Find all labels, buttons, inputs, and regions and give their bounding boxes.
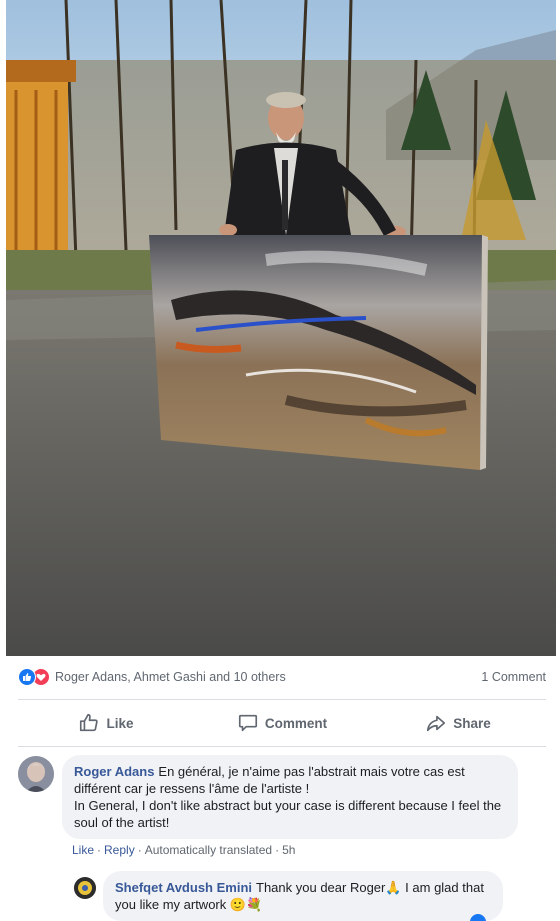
smile-emoji: 🙂 xyxy=(229,897,247,912)
pray-emoji: 🙏 xyxy=(385,880,402,895)
comment-bubble-icon xyxy=(238,714,257,732)
bouquet-emoji: 💐 xyxy=(246,897,263,912)
reply-author[interactable]: Shefqet Avdush Emini xyxy=(115,880,252,895)
avatar[interactable] xyxy=(18,756,54,792)
divider xyxy=(18,746,546,747)
comment-meta: Like · Reply · Automatically translated · 5h xyxy=(72,843,296,857)
comment-bubble: Roger Adans En général, je n'aime pas l'a… xyxy=(62,755,518,839)
comment-item xyxy=(18,756,54,792)
reply-bubble: Shefqet Avdush Emini Thank you dear Roger… xyxy=(103,871,503,921)
like-button[interactable]: Like xyxy=(18,712,194,734)
share-arrow-icon xyxy=(427,715,446,732)
like-label: Like xyxy=(106,715,134,731)
share-label: Share xyxy=(453,715,491,731)
thumbs-up-icon xyxy=(18,668,36,686)
comment-author[interactable]: Roger Adans xyxy=(74,764,154,779)
reply-text: Thank you dear Roger xyxy=(256,880,386,895)
comment-label: Comment xyxy=(264,715,328,731)
comment-like-link[interactable]: Like xyxy=(72,843,94,857)
share-button[interactable]: Share xyxy=(370,712,546,734)
thumbs-up-outline-icon xyxy=(80,713,99,732)
divider xyxy=(18,699,546,700)
comment-time[interactable]: 5h xyxy=(282,843,295,857)
comment-reply-link[interactable]: Reply xyxy=(104,843,135,857)
reply-item xyxy=(74,877,96,899)
post-actions: Like Comment Share xyxy=(18,702,546,744)
painting-photo-illustration xyxy=(6,0,556,656)
comment-button[interactable]: Comment xyxy=(194,712,370,734)
reactor-names[interactable]: Roger Adans, Ahmet Gashi and 10 others xyxy=(55,670,481,684)
comment-text-translated: In General, I don't like abstract but yo… xyxy=(74,798,502,830)
avatar[interactable] xyxy=(74,877,96,899)
post-photo[interactable] xyxy=(6,0,556,656)
reactions-summary[interactable]: Roger Adans, Ahmet Gashi and 10 others 1… xyxy=(18,666,546,688)
comment-count[interactable]: 1 Comment xyxy=(481,670,546,684)
reaction-icons xyxy=(18,668,50,686)
translated-label[interactable]: Automatically translated xyxy=(145,843,272,857)
